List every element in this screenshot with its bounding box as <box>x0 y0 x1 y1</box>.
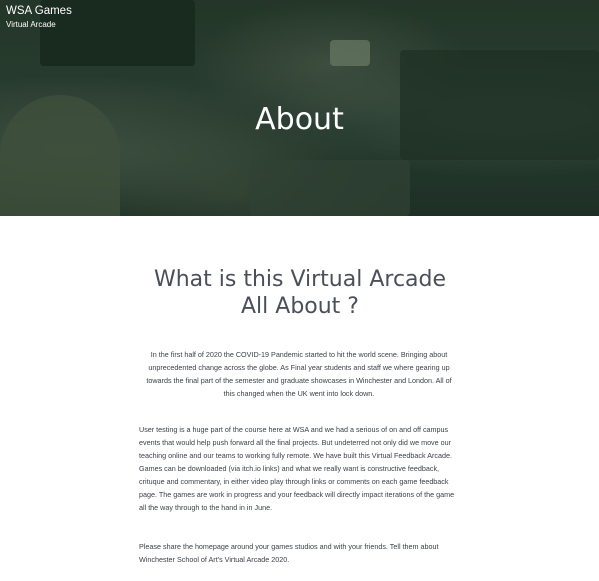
share-paragraph: Please share the homepage around your ga… <box>139 542 439 564</box>
page-title: About <box>255 102 344 137</box>
section-heading: What is this Virtual Arcade All About ? <box>153 267 447 319</box>
hero-banner: WSA Games Virtual Arcade About <box>0 0 599 216</box>
brand-subtitle: Virtual Arcade <box>6 20 56 29</box>
user-testing-paragraph: User testing is a huge part of the cours… <box>139 425 455 512</box>
intro-paragraph: In the first half of 2020 the COVID-19 P… <box>146 350 452 398</box>
site-brand[interactable]: WSA Games Virtual Arcade <box>6 5 72 30</box>
brand-title[interactable]: WSA Games <box>6 5 72 18</box>
